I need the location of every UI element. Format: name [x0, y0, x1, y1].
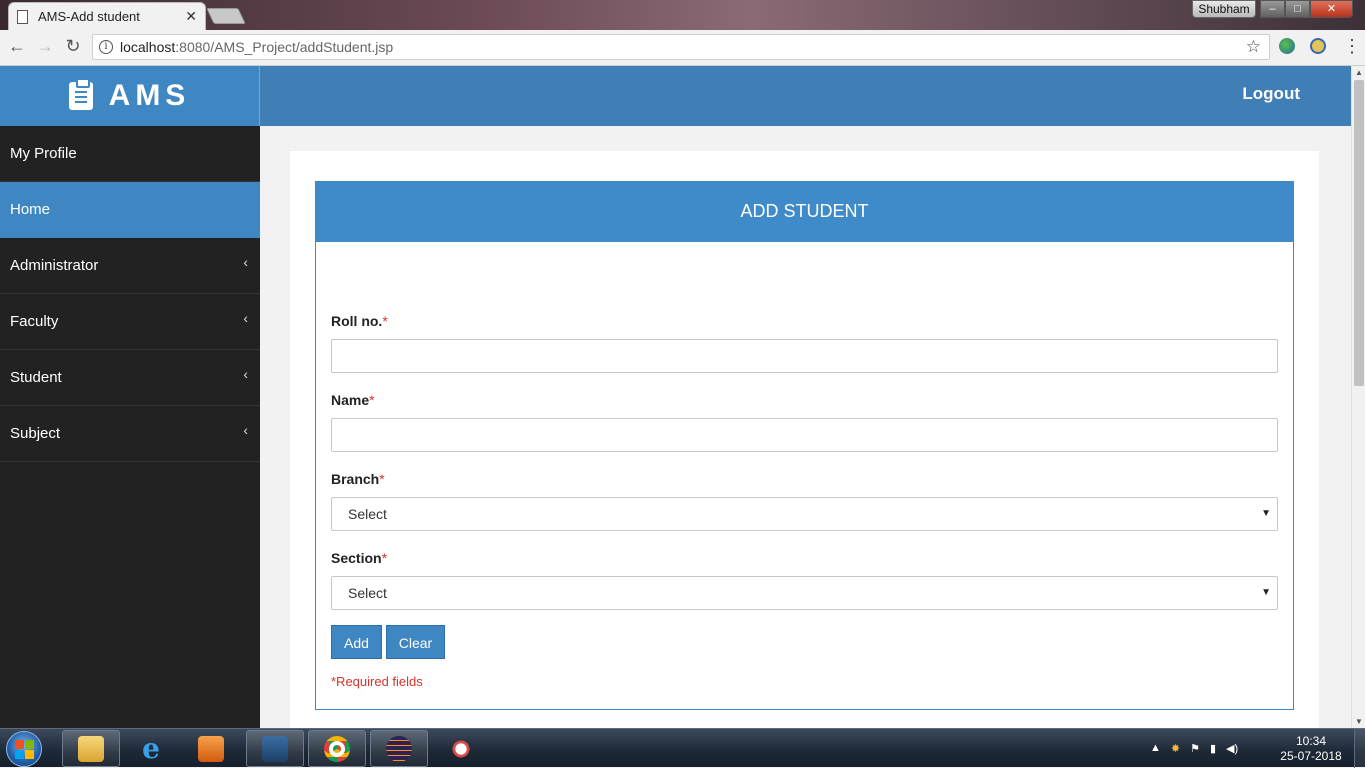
- system-tray: ▲ ✸ ⚑ ▮ ◀): [1150, 737, 1238, 759]
- chevron-left-icon: ‹: [243, 254, 248, 270]
- window-controls: – □ ✕: [1260, 0, 1353, 18]
- start-button[interactable]: [6, 731, 42, 767]
- brand-header[interactable]: AMS: [0, 66, 260, 126]
- sidebar-item-home[interactable]: Home: [0, 182, 260, 238]
- browser-tab[interactable]: AMS-Add student ✕: [8, 2, 206, 30]
- add-student-panel: ADD STUDENT Roll no.* Name* Branch* Sele…: [315, 181, 1294, 710]
- sidebar-item-label: Home: [10, 201, 51, 218]
- add-button[interactable]: Add: [331, 625, 382, 659]
- address-bar[interactable]: i localhost:8080/AMS_Project/addStudent.…: [92, 34, 1270, 60]
- branch-select[interactable]: Select ▼: [331, 497, 1278, 531]
- show-desktop-button[interactable]: [1354, 729, 1365, 768]
- taskbar-snipping-tool[interactable]: [432, 730, 490, 767]
- taskbar-media-player[interactable]: [182, 730, 240, 767]
- minimize-button[interactable]: –: [1260, 0, 1285, 18]
- sidebar-item-label: Student: [10, 369, 62, 386]
- scroll-up-icon[interactable]: ▲: [1355, 68, 1363, 77]
- window-user-badge[interactable]: Shubham: [1192, 0, 1256, 18]
- taskbar-chrome[interactable]: [308, 730, 366, 767]
- sidebar-item-label: My Profile: [10, 145, 77, 162]
- dropdown-caret-icon: ▼: [1261, 587, 1271, 598]
- bookmark-star-icon[interactable]: ☆: [1246, 37, 1261, 57]
- scrollbar-thumb[interactable]: [1354, 80, 1364, 386]
- chevron-left-icon: ‹: [243, 366, 248, 382]
- site-info-icon[interactable]: i: [99, 40, 113, 54]
- browser-toolbar: ← → ↻ i localhost:8080/AMS_Project/addSt…: [0, 30, 1365, 66]
- dropdown-caret-icon: ▼: [1261, 508, 1271, 519]
- taskbar-internet-explorer[interactable]: e: [122, 730, 180, 767]
- chrome-icon: [324, 735, 350, 762]
- url-path: :8080/AMS_Project/addStudent.jsp: [175, 39, 394, 55]
- folder-icon: [78, 735, 104, 762]
- required-fields-note: *Required fields: [331, 674, 423, 689]
- scroll-down-icon[interactable]: ▼: [1355, 717, 1363, 726]
- clock-time: 10:34: [1295, 734, 1327, 748]
- action-center-flag-icon[interactable]: ⚑: [1190, 742, 1200, 755]
- app-page: AMS Logout My Profile Home Administrator…: [0, 66, 1351, 728]
- eclipse-icon: [386, 735, 412, 762]
- taskbar-clock[interactable]: 10:34 25-07-2018: [1276, 734, 1346, 764]
- top-navbar: Logout: [260, 66, 1351, 126]
- sidebar-item-subject[interactable]: Subject ‹: [0, 406, 260, 462]
- required-asterisk: *: [369, 392, 375, 408]
- taskbar-file-explorer[interactable]: [62, 730, 120, 767]
- sidebar-item-faculty[interactable]: Faculty ‹: [0, 294, 260, 350]
- panel-title: ADD STUDENT: [316, 182, 1293, 242]
- power-icon[interactable]: ▮: [1210, 742, 1216, 755]
- roll-no-label: Roll no.*: [331, 313, 388, 329]
- browser-menu-icon[interactable]: ⋮: [1343, 36, 1361, 57]
- chevron-left-icon: ‹: [243, 422, 248, 438]
- content-card: ADD STUDENT Roll no.* Name* Branch* Sele…: [290, 151, 1319, 728]
- back-icon[interactable]: ←: [6, 36, 28, 57]
- reload-icon[interactable]: ↻: [62, 36, 84, 57]
- page-scrollbar[interactable]: ▲ ▼: [1351, 66, 1365, 728]
- required-asterisk: *: [381, 550, 388, 566]
- branch-label: Branch*: [331, 471, 385, 487]
- required-asterisk: *: [382, 313, 388, 329]
- ie-icon: e: [142, 731, 160, 765]
- new-tab-button[interactable]: [206, 8, 246, 24]
- page-icon: [17, 9, 28, 24]
- windows-taskbar: e ▲ ✸ ⚑ ▮ ◀) 10:34 25-07-2018: [0, 728, 1365, 768]
- section-select[interactable]: Select ▼: [331, 576, 1278, 610]
- forward-icon[interactable]: →: [34, 36, 56, 57]
- clipboard-icon: [68, 78, 93, 110]
- required-asterisk: *: [379, 471, 385, 487]
- sidebar-item-administrator[interactable]: Administrator ‹: [0, 238, 260, 294]
- sidebar-item-label: Faculty: [10, 313, 59, 330]
- clear-button[interactable]: Clear: [386, 625, 445, 659]
- close-window-button[interactable]: ✕: [1310, 0, 1353, 18]
- browser-tabstrip: AMS-Add student ✕ Shubham – □ ✕: [0, 0, 1365, 30]
- logout-link[interactable]: Logout: [1242, 84, 1300, 104]
- name-input[interactable]: [331, 418, 1278, 452]
- roll-no-input[interactable]: [331, 339, 1278, 373]
- branch-selected-value: Select: [348, 506, 387, 522]
- volume-icon[interactable]: ◀): [1226, 742, 1238, 755]
- brand-name: AMS: [108, 79, 191, 112]
- section-label: Section*: [331, 550, 388, 566]
- tray-expand-icon[interactable]: ▲: [1150, 742, 1161, 754]
- sidebar-item-label: Subject: [10, 425, 61, 442]
- tray-notify-icon[interactable]: ✸: [1171, 742, 1180, 755]
- url-host: localhost: [120, 39, 176, 55]
- sidebar-item-my-profile[interactable]: My Profile: [0, 126, 260, 182]
- taskbar-eclipse[interactable]: [370, 730, 428, 767]
- extension-face-icon[interactable]: [1310, 38, 1326, 54]
- media-player-icon: [198, 735, 224, 762]
- sidebar-item-label: Administrator: [10, 257, 99, 274]
- sidebar: My Profile Home Administrator ‹ Faculty …: [0, 126, 260, 728]
- scissors-icon: [448, 735, 474, 762]
- sidebar-item-student[interactable]: Student ‹: [0, 350, 260, 406]
- name-label: Name*: [331, 392, 375, 408]
- tab-close-icon[interactable]: ✕: [185, 8, 197, 25]
- section-selected-value: Select: [348, 585, 387, 601]
- tab-title: AMS-Add student: [38, 9, 140, 24]
- clock-date: 25-07-2018: [1280, 749, 1342, 763]
- maximize-button[interactable]: □: [1285, 0, 1310, 18]
- taskbar-mysql-workbench[interactable]: [246, 730, 304, 767]
- chevron-left-icon: ‹: [243, 310, 248, 326]
- mysql-icon: [262, 735, 288, 762]
- extension-globe-icon[interactable]: [1279, 38, 1295, 54]
